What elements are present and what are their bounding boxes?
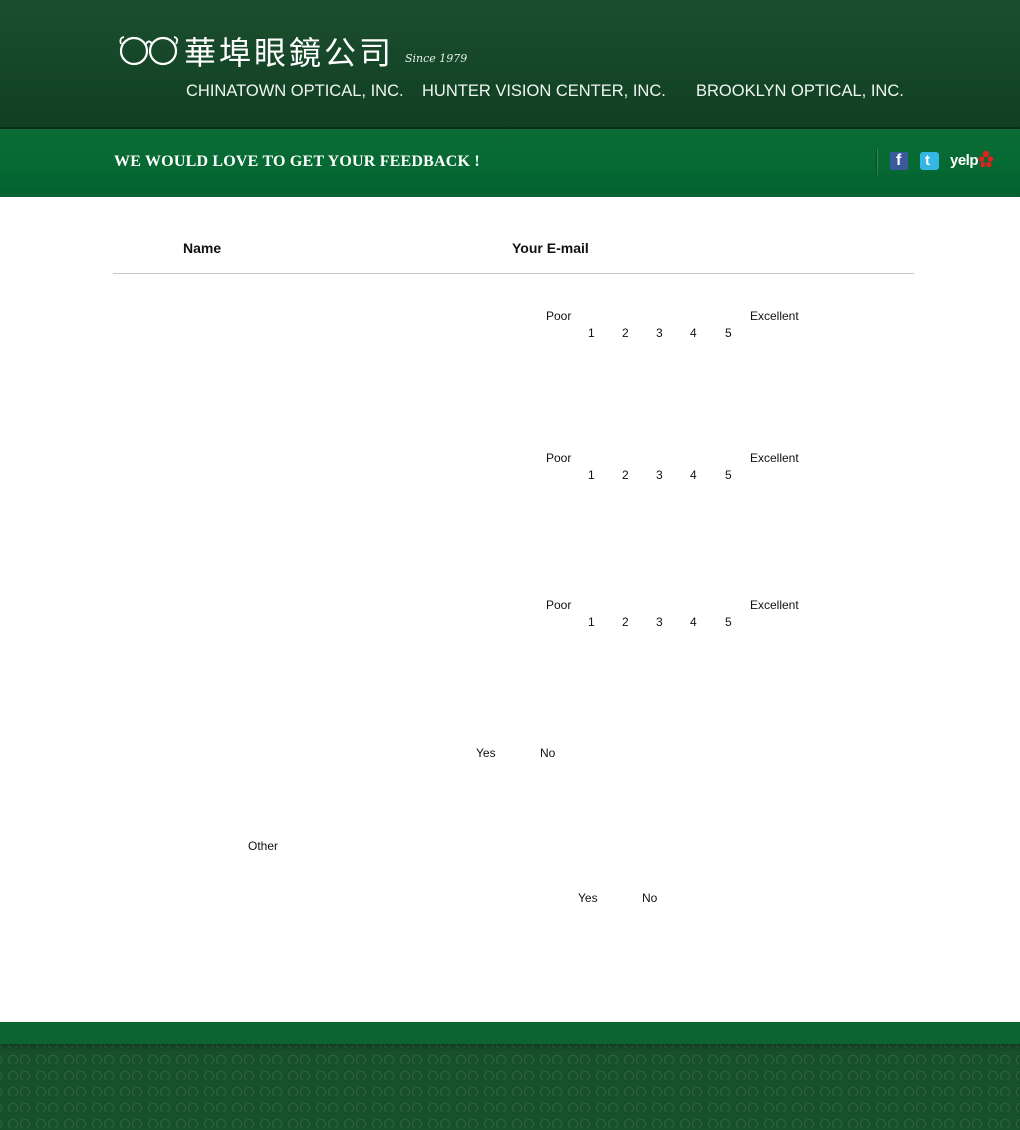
rating-excellent-label: Excellent [750,309,799,323]
name-label: Name [183,240,222,256]
form-divider [113,273,914,274]
twitter-icon[interactable]: t [920,152,939,170]
rating-option-2[interactable]: 2 [622,468,629,482]
facebook-glyph: f [896,152,902,169]
yelp-burst-icon [978,150,994,168]
yelp-icon[interactable]: yelp [950,150,994,174]
yelp-wordmark: yelp [950,152,979,169]
rating-option-1[interactable]: 1 [588,615,595,629]
yes-option-1[interactable]: Yes [476,746,496,760]
footer-band [0,1022,1020,1044]
no-option-1[interactable]: No [540,746,555,760]
rating-option-4[interactable]: 4 [690,615,697,629]
email-label: Your E-mail [512,240,589,256]
site-header: 華埠眼鏡公司 Since 1979 CHINATOWN OPTICAL, INC… [0,0,1020,129]
rating-scale-1: Poor Excellent 1 2 3 4 5 [0,309,1020,349]
rating-option-1[interactable]: 1 [588,468,595,482]
rating-excellent-label: Excellent [750,598,799,612]
rating-poor-label: Poor [546,309,572,323]
eyeglasses-logo-icon [119,36,179,66]
yes-option-2[interactable]: Yes [578,891,598,905]
nav-brooklyn-optical[interactable]: BROOKLYN OPTICAL, INC. [696,82,904,101]
rating-poor-label: Poor [546,598,572,612]
rating-scale-3: Poor Excellent 1 2 3 4 5 [0,598,1020,638]
rating-option-5[interactable]: 5 [725,326,732,340]
rating-option-4[interactable]: 4 [690,326,697,340]
rating-option-5[interactable]: 5 [725,615,732,629]
footer-pattern [0,1044,1020,1130]
logo-chinese-name: 華埠眼鏡公司 [184,34,395,72]
banner-title: WE WOULD LOVE TO GET YOUR FEEDBACK ! [114,153,480,170]
site-logo[interactable]: 華埠眼鏡公司 Since 1979 [118,28,478,72]
facebook-icon[interactable]: f [890,152,908,170]
rating-option-1[interactable]: 1 [588,326,595,340]
rating-scale-2: Poor Excellent 1 2 3 4 5 [0,451,1020,491]
nav-chinatown-optical[interactable]: CHINATOWN OPTICAL, INC. [186,82,404,101]
rating-option-2[interactable]: 2 [622,326,629,340]
logo-since-year: Since 1979 [405,52,468,65]
social-divider [876,149,878,175]
rating-option-3[interactable]: 3 [656,615,663,629]
twitter-glyph: t [925,152,930,169]
rating-option-2[interactable]: 2 [622,615,629,629]
other-option[interactable]: Other [248,839,278,853]
rating-poor-label: Poor [546,451,572,465]
feedback-banner: WE WOULD LOVE TO GET YOUR FEEDBACK ! f t… [0,129,1020,197]
rating-option-4[interactable]: 4 [690,468,697,482]
rating-option-3[interactable]: 3 [656,326,663,340]
no-option-2[interactable]: No [642,891,657,905]
rating-option-3[interactable]: 3 [656,468,663,482]
rating-excellent-label: Excellent [750,451,799,465]
nav-hunter-vision-center[interactable]: HUNTER VISION CENTER, INC. [422,82,666,101]
rating-option-5[interactable]: 5 [725,468,732,482]
